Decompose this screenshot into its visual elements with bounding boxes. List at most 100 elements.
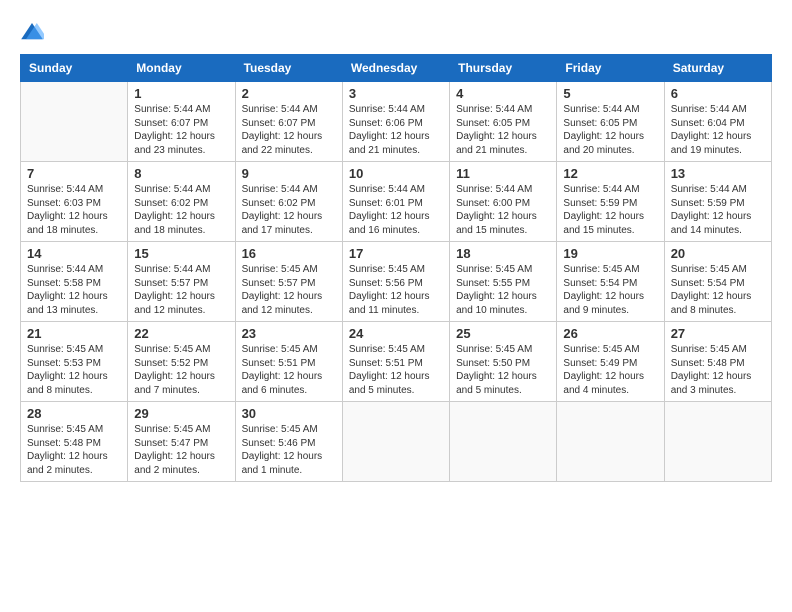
day-info: Sunrise: 5:44 AM Sunset: 6:02 PM Dayligh…	[242, 183, 336, 237]
week-row-3: 14 Sunrise: 5:44 AM Sunset: 5:58 PM Dayli…	[21, 242, 772, 322]
day-info: Sunrise: 5:45 AM Sunset: 5:54 PM Dayligh…	[563, 263, 657, 317]
day-info: Sunrise: 5:45 AM Sunset: 5:47 PM Dayligh…	[134, 423, 228, 477]
day-info: Sunrise: 5:44 AM Sunset: 6:05 PM Dayligh…	[456, 103, 550, 157]
day-cell: 7Sunrise: 5:44 AM Sunset: 6:03 PM Daylig…	[21, 162, 128, 242]
day-info: Sunrise: 5:45 AM Sunset: 5:53 PM Dayligh…	[27, 343, 121, 397]
day-cell: 23 Sunrise: 5:45 AM Sunset: 5:51 PM Dayli…	[235, 322, 342, 402]
day-header-wednesday: Wednesday	[342, 55, 449, 82]
day-cell: 4 Sunrise: 5:44 AM Sunset: 6:05 PM Daylig…	[450, 82, 557, 162]
day-number: 29	[134, 406, 228, 421]
day-number: 6	[671, 86, 765, 101]
week-row-1: 1 Sunrise: 5:44 AM Sunset: 6:07 PM Daylig…	[21, 82, 772, 162]
day-cell: 20 Sunrise: 5:45 AM Sunset: 5:54 PM Dayli…	[664, 242, 771, 322]
day-number: 11	[456, 166, 550, 181]
day-number: 8	[134, 166, 228, 181]
day-number: 13	[671, 166, 765, 181]
day-cell: 17 Sunrise: 5:45 AM Sunset: 5:56 PM Dayli…	[342, 242, 449, 322]
day-cell: 21 Sunrise: 5:45 AM Sunset: 5:53 PM Dayli…	[21, 322, 128, 402]
day-number: 21	[27, 326, 121, 341]
day-number: 5	[563, 86, 657, 101]
day-cell: 9 Sunrise: 5:44 AM Sunset: 6:02 PM Daylig…	[235, 162, 342, 242]
day-cell: 15 Sunrise: 5:44 AM Sunset: 5:57 PM Dayli…	[128, 242, 235, 322]
day-number: 23	[242, 326, 336, 341]
day-cell: 1 Sunrise: 5:44 AM Sunset: 6:07 PM Daylig…	[128, 82, 235, 162]
day-info: Sunrise: 5:44 AM Sunset: 5:59 PM Dayligh…	[671, 183, 765, 237]
week-row-4: 21 Sunrise: 5:45 AM Sunset: 5:53 PM Dayli…	[21, 322, 772, 402]
day-cell: 27 Sunrise: 5:45 AM Sunset: 5:48 PM Dayli…	[664, 322, 771, 402]
day-header-monday: Monday	[128, 55, 235, 82]
day-number: 15	[134, 246, 228, 261]
day-info: Sunrise: 5:45 AM Sunset: 5:48 PM Dayligh…	[27, 423, 121, 477]
day-number: 19	[563, 246, 657, 261]
day-cell	[557, 402, 664, 482]
day-cell: 28Sunrise: 5:45 AM Sunset: 5:48 PM Dayli…	[21, 402, 128, 482]
day-info: Sunrise: 5:45 AM Sunset: 5:52 PM Dayligh…	[134, 343, 228, 397]
day-number: 18	[456, 246, 550, 261]
day-cell: 14 Sunrise: 5:44 AM Sunset: 5:58 PM Dayli…	[21, 242, 128, 322]
day-cell: 16Sunrise: 5:45 AM Sunset: 5:57 PM Dayli…	[235, 242, 342, 322]
day-info: Sunrise: 5:45 AM Sunset: 5:48 PM Dayligh…	[671, 343, 765, 397]
day-info: Sunrise: 5:45 AM Sunset: 5:51 PM Dayligh…	[242, 343, 336, 397]
header	[20, 20, 772, 44]
day-number: 1	[134, 86, 228, 101]
day-number: 14	[27, 246, 121, 261]
day-header-sunday: Sunday	[21, 55, 128, 82]
day-cell: 24 Sunrise: 5:45 AM Sunset: 5:51 PM Dayli…	[342, 322, 449, 402]
day-header-tuesday: Tuesday	[235, 55, 342, 82]
day-info: Sunrise: 5:44 AM Sunset: 5:57 PM Dayligh…	[134, 263, 228, 317]
day-info: Sunrise: 5:45 AM Sunset: 5:46 PM Dayligh…	[242, 423, 336, 477]
day-cell	[342, 402, 449, 482]
day-header-saturday: Saturday	[664, 55, 771, 82]
day-number: 9	[242, 166, 336, 181]
day-cell: 22 Sunrise: 5:45 AM Sunset: 5:52 PM Dayli…	[128, 322, 235, 402]
day-header-friday: Friday	[557, 55, 664, 82]
day-cell: 10Sunrise: 5:44 AM Sunset: 6:01 PM Dayli…	[342, 162, 449, 242]
day-cell: 5 Sunrise: 5:44 AM Sunset: 6:05 PM Daylig…	[557, 82, 664, 162]
day-number: 20	[671, 246, 765, 261]
day-info: Sunrise: 5:45 AM Sunset: 5:51 PM Dayligh…	[349, 343, 443, 397]
day-info: Sunrise: 5:44 AM Sunset: 6:02 PM Dayligh…	[134, 183, 228, 237]
day-info: Sunrise: 5:44 AM Sunset: 6:00 PM Dayligh…	[456, 183, 550, 237]
day-number: 24	[349, 326, 443, 341]
day-info: Sunrise: 5:44 AM Sunset: 5:58 PM Dayligh…	[27, 263, 121, 317]
day-info: Sunrise: 5:45 AM Sunset: 5:56 PM Dayligh…	[349, 263, 443, 317]
header-row: SundayMondayTuesdayWednesdayThursdayFrid…	[21, 55, 772, 82]
day-info: Sunrise: 5:45 AM Sunset: 5:50 PM Dayligh…	[456, 343, 550, 397]
day-info: Sunrise: 5:45 AM Sunset: 5:54 PM Dayligh…	[671, 263, 765, 317]
day-info: Sunrise: 5:44 AM Sunset: 5:59 PM Dayligh…	[563, 183, 657, 237]
day-info: Sunrise: 5:45 AM Sunset: 5:55 PM Dayligh…	[456, 263, 550, 317]
day-header-thursday: Thursday	[450, 55, 557, 82]
day-number: 30	[242, 406, 336, 421]
day-cell: 26 Sunrise: 5:45 AM Sunset: 5:49 PM Dayli…	[557, 322, 664, 402]
day-cell: 12Sunrise: 5:44 AM Sunset: 5:59 PM Dayli…	[557, 162, 664, 242]
day-number: 3	[349, 86, 443, 101]
day-cell: 6 Sunrise: 5:44 AM Sunset: 6:04 PM Daylig…	[664, 82, 771, 162]
day-number: 22	[134, 326, 228, 341]
week-row-2: 7Sunrise: 5:44 AM Sunset: 6:03 PM Daylig…	[21, 162, 772, 242]
day-number: 4	[456, 86, 550, 101]
day-number: 17	[349, 246, 443, 261]
day-cell	[450, 402, 557, 482]
day-cell: 2Sunrise: 5:44 AM Sunset: 6:07 PM Daylig…	[235, 82, 342, 162]
week-row-5: 28Sunrise: 5:45 AM Sunset: 5:48 PM Dayli…	[21, 402, 772, 482]
logo-icon	[20, 20, 44, 44]
day-number: 2	[242, 86, 336, 101]
logo	[20, 20, 48, 44]
day-cell: 19 Sunrise: 5:45 AM Sunset: 5:54 PM Dayli…	[557, 242, 664, 322]
day-info: Sunrise: 5:44 AM Sunset: 6:05 PM Dayligh…	[563, 103, 657, 157]
day-cell: 30 Sunrise: 5:45 AM Sunset: 5:46 PM Dayli…	[235, 402, 342, 482]
day-number: 25	[456, 326, 550, 341]
day-info: Sunrise: 5:44 AM Sunset: 6:01 PM Dayligh…	[349, 183, 443, 237]
day-number: 7	[27, 166, 121, 181]
day-cell: 18 Sunrise: 5:45 AM Sunset: 5:55 PM Dayli…	[450, 242, 557, 322]
day-info: Sunrise: 5:45 AM Sunset: 5:49 PM Dayligh…	[563, 343, 657, 397]
day-cell: 25 Sunrise: 5:45 AM Sunset: 5:50 PM Dayli…	[450, 322, 557, 402]
day-cell: 29 Sunrise: 5:45 AM Sunset: 5:47 PM Dayli…	[128, 402, 235, 482]
day-number: 27	[671, 326, 765, 341]
day-cell: 3Sunrise: 5:44 AM Sunset: 6:06 PM Daylig…	[342, 82, 449, 162]
day-cell	[21, 82, 128, 162]
day-info: Sunrise: 5:44 AM Sunset: 6:07 PM Dayligh…	[134, 103, 228, 157]
day-cell: 11 Sunrise: 5:44 AM Sunset: 6:00 PM Dayli…	[450, 162, 557, 242]
day-info: Sunrise: 5:44 AM Sunset: 6:04 PM Dayligh…	[671, 103, 765, 157]
day-number: 26	[563, 326, 657, 341]
